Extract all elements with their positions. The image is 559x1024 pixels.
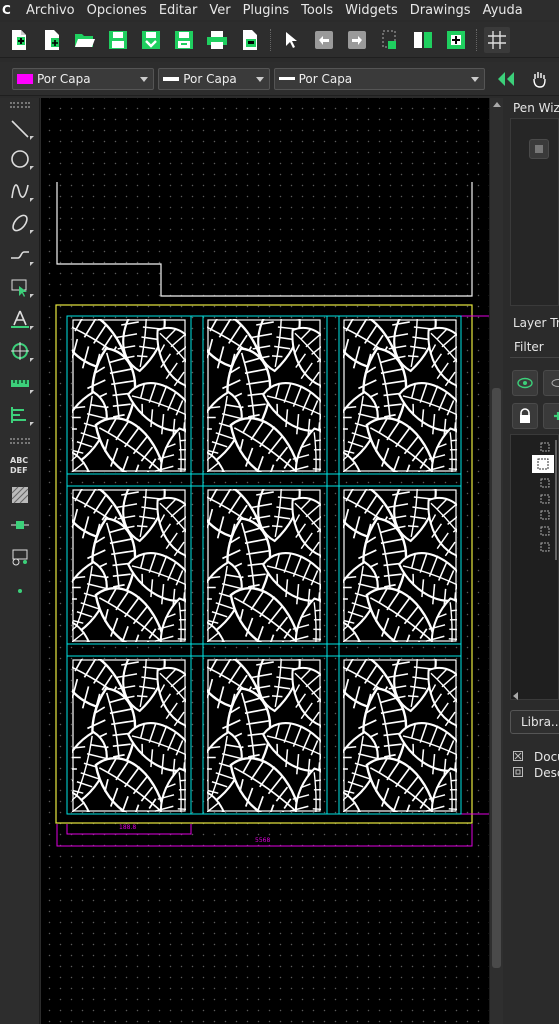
palette-grip	[10, 438, 30, 444]
color-swatch	[17, 73, 33, 84]
library-button-label: Libra...	[521, 715, 559, 729]
chevron-down-icon	[140, 76, 149, 82]
line-width-swatch	[163, 76, 180, 81]
print-preview-icon[interactable]	[237, 27, 263, 53]
circle-tool-icon[interactable]	[6, 146, 34, 172]
toolbar-separator	[476, 28, 478, 51]
snap-tool-icon[interactable]	[6, 338, 34, 364]
leaf-panels	[44, 292, 484, 851]
eye-icon[interactable]	[543, 370, 559, 396]
line-type-swatch	[278, 77, 295, 80]
scroll-up-icon[interactable]	[493, 102, 501, 107]
pen-wizard-panel	[510, 118, 559, 306]
toolbar-separator	[270, 28, 272, 51]
cad-drawing	[41, 182, 489, 1024]
upper-outline	[56, 182, 473, 297]
polyline-tool-icon[interactable]	[6, 242, 34, 268]
filter-field[interactable]: Filter	[510, 336, 559, 358]
modify-tool-icon[interactable]	[6, 402, 34, 428]
library-button[interactable]: Libra...	[510, 710, 559, 734]
measure-tool-icon[interactable]	[6, 370, 34, 396]
scrollbar-thumb[interactable]	[492, 388, 501, 968]
layer-tree-title: Layer Tre	[513, 316, 559, 330]
menu-archivo[interactable]: Archivo	[22, 3, 83, 18]
grid-icon[interactable]	[484, 26, 510, 53]
pen-wizard-title: Pen Wiza	[513, 101, 559, 115]
save-icon[interactable]	[105, 27, 131, 53]
dot-marker-icon[interactable]	[6, 576, 34, 602]
cad-application-window: C Archivo Opciones Editar Ver Plugins To…	[0, 0, 559, 1024]
new-file-icon[interactable]	[6, 27, 32, 53]
app-logo-icon: C	[2, 3, 11, 17]
tool-palette: ABC DEF	[0, 98, 40, 1024]
document-label: Docu	[534, 750, 559, 764]
layers-icon[interactable]	[410, 27, 436, 53]
layer-tree-list	[510, 434, 559, 700]
save-all-icon[interactable]	[171, 27, 197, 53]
line-width-combo[interactable]: Por Capa	[158, 67, 270, 90]
chevron-down-icon	[471, 76, 480, 82]
description-label: Desc	[534, 766, 559, 780]
lock-icon[interactable]	[512, 403, 538, 429]
menu-widgets[interactable]: Widgets	[341, 3, 406, 18]
new-from-template-icon[interactable]	[39, 27, 65, 53]
menu-tools[interactable]: Tools	[297, 3, 341, 18]
pen-wizard-button[interactable]	[529, 139, 549, 159]
line-width-combo-value: Por Capa	[183, 71, 237, 86]
menu-drawings[interactable]: Drawings	[406, 3, 479, 18]
filter-label: Filter	[514, 340, 544, 354]
chevron-down-icon	[255, 76, 264, 82]
color-combo[interactable]: Por Capa	[12, 67, 155, 90]
spline-tool-icon[interactable]	[6, 178, 34, 204]
vertical-scrollbar[interactable]	[489, 98, 503, 1024]
visibility-toggle-icon[interactable]	[512, 370, 538, 396]
menu-plugins[interactable]: Plugins	[239, 3, 298, 18]
text-tool-icon[interactable]: ABC DEF	[6, 452, 34, 478]
layer-tree-scroll-left-icon[interactable]	[513, 692, 518, 700]
menu-opciones[interactable]: Opciones	[83, 3, 155, 18]
undo-icon[interactable]	[311, 27, 337, 53]
block-insert-icon[interactable]	[443, 27, 469, 53]
palette-grip	[10, 102, 30, 108]
open-file-icon[interactable]	[72, 27, 98, 53]
select-tool-icon[interactable]	[6, 274, 34, 300]
line-tool-icon[interactable]	[6, 116, 34, 142]
float-icon[interactable]	[513, 762, 523, 777]
color-combo-value: Por Capa	[37, 71, 91, 86]
double-arrow-left-icon[interactable]	[493, 66, 519, 92]
main-toolbar	[0, 22, 559, 58]
add-layer-icon[interactable]	[543, 403, 559, 429]
close-icon[interactable]	[513, 746, 523, 761]
point-tool-icon[interactable]	[6, 512, 34, 538]
attributes-toolbar: Por Capa Por Capa Por Capa	[0, 62, 559, 96]
dimension-label-total: 5568	[255, 837, 271, 844]
hatch-tool-icon[interactable]	[6, 482, 34, 508]
right-dock: Pen Wiza Layer Tre Filter	[503, 98, 559, 1024]
drawing-canvas[interactable]: 188.8 5568	[41, 98, 489, 1024]
print-icon[interactable]	[204, 27, 230, 53]
dimension-label-panel: 188.8	[119, 824, 137, 831]
dimension-tool-icon[interactable]	[6, 306, 34, 332]
pan-hand-icon[interactable]	[526, 66, 552, 92]
line-type-combo-value: Por Capa	[298, 71, 353, 86]
ellipse-tool-icon[interactable]	[6, 210, 34, 236]
line-type-combo[interactable]: Por Capa	[273, 67, 486, 90]
svg-text:ABC: ABC	[10, 456, 28, 465]
menu-ver[interactable]: Ver	[205, 3, 238, 18]
menu-editar[interactable]: Editar	[155, 3, 206, 18]
copy-icon[interactable]	[377, 27, 403, 53]
select-pointer-icon[interactable]	[278, 27, 304, 53]
menu-bar: C Archivo Opciones Editar Ver Plugins To…	[0, 0, 559, 20]
redo-icon[interactable]	[344, 27, 370, 53]
block-tool-icon[interactable]	[6, 544, 34, 570]
svg-text:DEF: DEF	[10, 466, 28, 475]
save-as-icon[interactable]	[138, 27, 164, 53]
menu-ayuda[interactable]: Ayuda	[479, 3, 531, 18]
